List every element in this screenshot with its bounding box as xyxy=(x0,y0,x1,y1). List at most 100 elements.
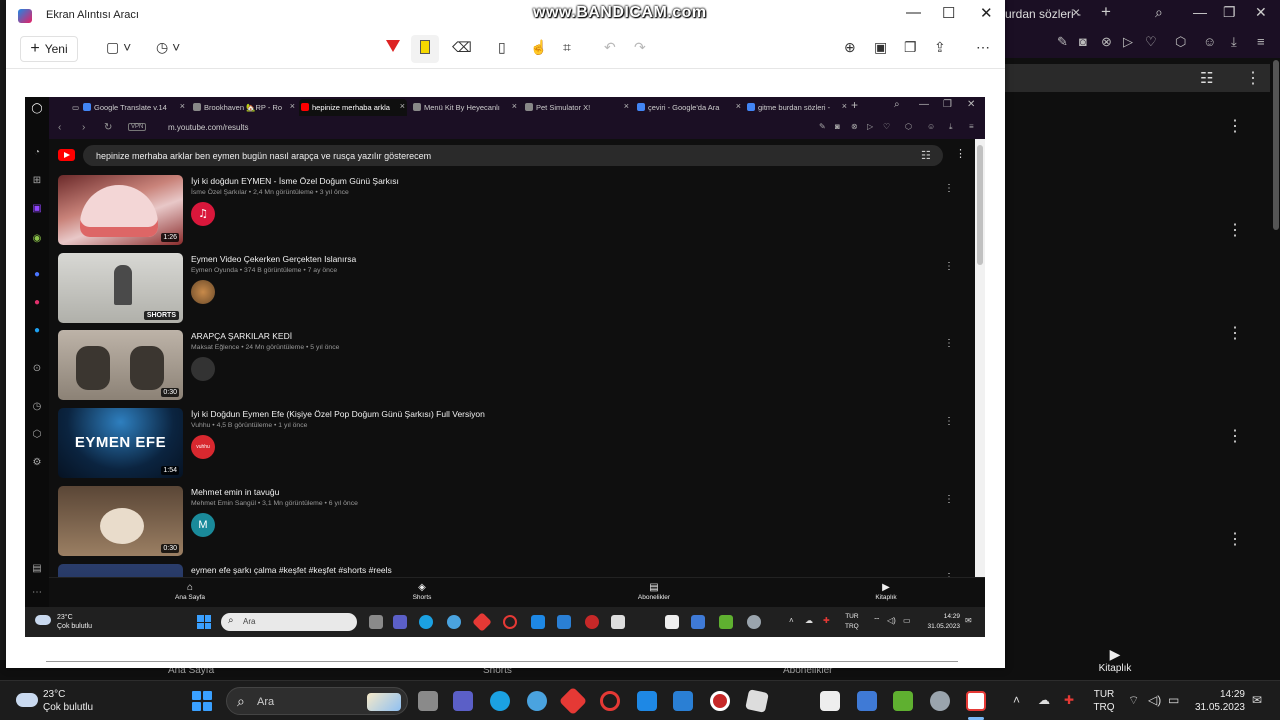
windows-start-icon[interactable] xyxy=(192,691,212,711)
maximize-icon[interactable]: ❐ xyxy=(943,99,952,110)
weather-widget[interactable]: 23°C Çok bulutlu xyxy=(16,688,93,714)
teams-icon[interactable] xyxy=(453,691,473,711)
close-tab-icon[interactable]: × xyxy=(1072,4,1080,20)
filter-icon[interactable]: ☷ xyxy=(921,149,931,162)
more-icon[interactable]: ⋮ xyxy=(944,261,954,272)
player-icon[interactable]: ◉ xyxy=(31,233,43,245)
video-thumbnail[interactable] xyxy=(58,564,183,577)
heart-icon[interactable]: ♡ xyxy=(1145,34,1157,50)
result-item[interactable]: 1:26 İyi ki doğdun EYMEN - İsme Özel Doğ… xyxy=(49,175,975,247)
eraser-icon[interactable]: ⌫ xyxy=(452,39,472,56)
back-icon[interactable]: ‹ xyxy=(58,122,61,133)
menu-icon[interactable]: ≡ xyxy=(969,122,974,131)
nav-subscriptions[interactable]: ▤ Abonelikler xyxy=(619,582,689,601)
close-button[interactable]: ✕ xyxy=(980,4,993,22)
nav-library[interactable]: ▶ Kitaplık xyxy=(1090,646,1140,674)
result-item[interactable]: 0:30 ARAPÇA ŞARKILAR KEDİ Maksat Eğlence… xyxy=(49,330,975,402)
video-thumbnail[interactable]: EYMEN EFE 1:54 xyxy=(58,408,183,478)
tray-app-icon[interactable]: ☁ xyxy=(1038,693,1050,707)
more-icon[interactable]: ⋮ xyxy=(1227,323,1243,343)
roblox-icon[interactable] xyxy=(745,689,769,713)
result-item[interactable]: EYMEN EFE 1:54 İyi ki Doğdun Eymen Efe (… xyxy=(49,408,975,480)
player-icon[interactable]: ⊙ xyxy=(31,363,43,375)
channel-avatar[interactable]: M xyxy=(191,513,215,537)
snipping-tool-icon[interactable] xyxy=(966,691,986,711)
teams-icon[interactable] xyxy=(393,615,407,629)
chrome-icon[interactable] xyxy=(527,691,547,711)
workspace-tab[interactable]: ▭ xyxy=(59,99,81,116)
close-icon[interactable]: ✕ xyxy=(967,99,975,110)
edge-icon[interactable] xyxy=(490,691,510,711)
tray-chevron-icon[interactable]: ˄ xyxy=(1013,693,1020,707)
shopping-icon[interactable]: ⊞ xyxy=(31,175,43,187)
settings-icon[interactable] xyxy=(930,691,950,711)
speed-dial-icon[interactable]: ◔ xyxy=(31,147,43,159)
video-title[interactable]: Mehmet emin in tavuğu xyxy=(191,487,279,497)
download-icon[interactable]: ⤓ xyxy=(949,122,953,132)
photos-icon[interactable] xyxy=(857,691,877,711)
close-tab-icon[interactable]: × xyxy=(842,101,847,111)
scrollbar-thumb[interactable] xyxy=(977,145,983,265)
more-icon[interactable]: ⋮ xyxy=(1227,426,1243,446)
camera-icon[interactable]: ◙ xyxy=(1079,34,1087,49)
more-icon[interactable]: ⋮ xyxy=(944,416,954,427)
weather-widget[interactable]: 23°C Çok bulutlu xyxy=(35,613,92,631)
channel-avatar[interactable]: ♫ xyxy=(191,202,215,226)
download-icon[interactable]: ⤓ xyxy=(1231,34,1237,50)
chrome-icon[interactable] xyxy=(447,615,461,629)
mail-icon[interactable] xyxy=(637,691,657,711)
document-icon[interactable] xyxy=(820,691,840,711)
nav-library[interactable]: ▶ Kitaplık xyxy=(851,582,921,601)
edit-icon[interactable]: ✎ xyxy=(819,122,826,131)
block-icon[interactable]: ⊗ xyxy=(1101,34,1112,50)
opera-icon[interactable] xyxy=(600,691,620,711)
language-indicator[interactable]: TUR TRQ xyxy=(845,612,859,632)
mail-icon[interactable] xyxy=(531,615,545,629)
edit-icon[interactable]: ✎ xyxy=(1057,34,1068,50)
reload-icon[interactable]: ↻ xyxy=(104,122,112,133)
maximize-icon[interactable]: ❐ xyxy=(1223,4,1236,21)
redo-icon[interactable]: ↷ xyxy=(634,39,646,56)
tab-gitme-burdan[interactable]: gitme burdan sözleri - × xyxy=(745,99,849,116)
instagram-icon[interactable]: ● xyxy=(31,297,43,309)
opera-logo-icon[interactable]: ◯ xyxy=(31,103,43,115)
youtube-logo-icon[interactable] xyxy=(58,149,75,161)
volume-icon[interactable]: ◁) xyxy=(1148,693,1161,707)
settings-icon[interactable]: ⚙ xyxy=(31,457,43,469)
minimize-button[interactable]: — xyxy=(906,4,921,21)
youtube-search-bar[interactable]: hepinize merhaba arklar ben eymen bugün … xyxy=(83,145,943,166)
close-tab-icon[interactable]: × xyxy=(512,101,517,111)
tab-pet-simulator[interactable]: Pet Simulator X! × xyxy=(523,99,631,116)
more-icon[interactable]: ⋮ xyxy=(944,183,954,194)
search-query[interactable]: hepinize merhaba arklar ben eymen bugün … xyxy=(96,151,431,161)
snip-mode-icon[interactable]: ▢ ˅ xyxy=(106,39,131,56)
tray-app-icon[interactable]: ✚ xyxy=(1064,693,1074,707)
more-icon[interactable]: ⋮ xyxy=(1227,529,1243,549)
notification-icon[interactable]: ✉ xyxy=(1252,693,1262,707)
result-item[interactable]: eymen efe şarkı çalma #keşfet #keşfet #s… xyxy=(49,564,975,577)
forward-icon[interactable]: › xyxy=(82,122,85,133)
filter-icon[interactable]: ☷ xyxy=(1200,69,1213,87)
roblox-icon[interactable] xyxy=(611,615,625,629)
more-icon[interactable]: ⋯ xyxy=(976,39,990,56)
profile-icon[interactable]: ☺ xyxy=(1203,34,1216,49)
tab-brookhaven[interactable]: Brookhaven 🏡RP - Ro × xyxy=(191,99,297,116)
app-icon[interactable] xyxy=(558,686,588,716)
more-icon[interactable]: ⋮ xyxy=(1227,220,1243,240)
channel-avatar[interactable] xyxy=(191,357,215,381)
scrollbar[interactable] xyxy=(1273,60,1279,230)
ballpoint-pen-icon[interactable] xyxy=(386,40,400,52)
tab-ceviri[interactable]: çeviri - Google'da Ara × xyxy=(635,99,743,116)
result-item[interactable]: 0:30 Mehmet emin in tavuğu Mehmet Emin S… xyxy=(49,486,975,558)
bg-tab-title[interactable]: urdan sözleri - xyxy=(1005,7,1081,21)
messenger-icon[interactable]: ● xyxy=(31,269,43,281)
new-tab-icon[interactable]: + xyxy=(1101,2,1111,22)
video-title[interactable]: Eymen Video Çekerken Gerçekten Islanırsa xyxy=(191,254,356,264)
more-icon[interactable]: ⋮ xyxy=(1245,68,1261,88)
minimize-icon[interactable]: — xyxy=(1193,4,1207,20)
more-icon[interactable]: ⋮ xyxy=(955,147,966,160)
tab-menu-kit[interactable]: Menü Kit By Heyecanlı × xyxy=(411,99,519,116)
highlighter-icon[interactable] xyxy=(420,40,430,54)
channel-avatar[interactable]: vuhhu xyxy=(191,435,215,459)
bandicam-icon[interactable] xyxy=(585,615,599,629)
